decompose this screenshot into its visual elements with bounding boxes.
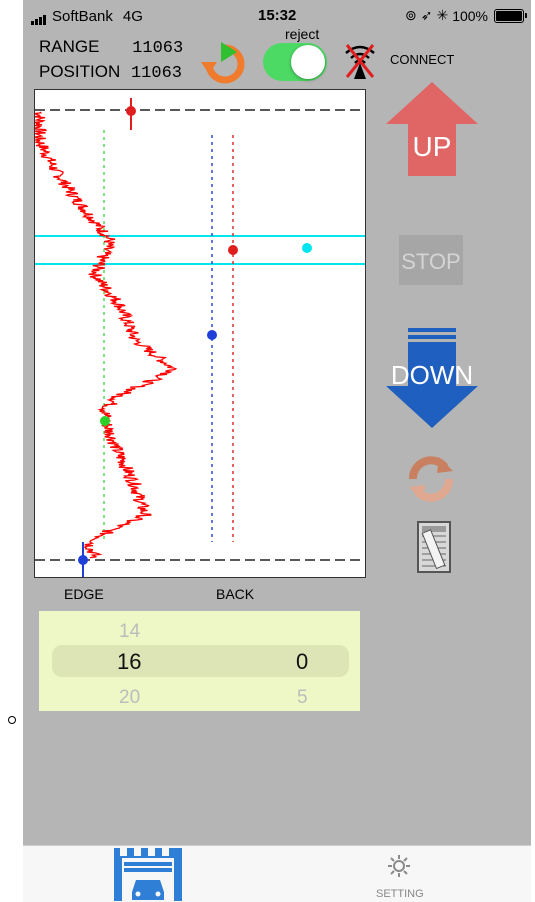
battery-icon [494, 8, 528, 23]
stop-button[interactable]: STOP [399, 235, 463, 285]
gear-icon [388, 855, 410, 877]
down-button-label: DOWN [391, 360, 473, 390]
back-label: BACK [216, 586, 255, 602]
status-left: SoftBank 4G [31, 8, 143, 25]
reject-label: reject [285, 26, 320, 42]
status-right: ⊚ ➶ ✳ 100% [405, 7, 528, 24]
up-button[interactable]: UP [384, 80, 480, 178]
top-marker-dot[interactable] [126, 106, 136, 116]
stop-button-label: STOP [401, 249, 461, 274]
back-blue-dot [207, 330, 217, 340]
wifi-disconnected-icon[interactable] [340, 39, 380, 81]
green-dot [100, 416, 110, 426]
status-time: 15:32 [258, 7, 297, 24]
up-button-label: UP [413, 131, 452, 162]
picker-col1-below[interactable]: 20 [119, 687, 140, 709]
location-icon: ➶ [420, 7, 433, 23]
garage-car-icon [132, 880, 164, 900]
position-value: 11063 [130, 64, 182, 83]
rotation-lock-icon: ⊚ [405, 7, 417, 23]
value-picker[interactable]: 14 16 20 0 5 [39, 611, 360, 711]
range-label: RANGE [39, 37, 100, 56]
signal-icon [31, 15, 46, 25]
sync-button[interactable] [405, 453, 457, 505]
carrier-name: SoftBank [52, 8, 113, 25]
back-red-dot [228, 245, 238, 255]
status-bar: SoftBank 4G 15:32 ⊚ ➶ ✳ 100% [23, 0, 531, 28]
band-cyan-dot [302, 243, 312, 253]
position-readout: POSITION 11063 [39, 62, 182, 83]
tab-setting-label: SETTING [376, 888, 424, 900]
picker-col1-selected[interactable]: 16 [117, 649, 141, 675]
edge-plot [32, 89, 366, 578]
app-screen: SoftBank 4G 15:32 ⊚ ➶ ✳ 100% RANGE 11063… [23, 0, 531, 845]
picker-col2-below[interactable]: 5 [297, 687, 308, 709]
bluetooth-icon: ✳ [436, 7, 449, 23]
battery-percent: 100% [452, 7, 489, 24]
range-readout: RANGE 11063 [39, 37, 183, 58]
edge-trace [32, 111, 178, 559]
tab-setting[interactable]: SETTING [363, 850, 453, 902]
edge-label: EDGE [64, 586, 104, 602]
calibrate-ruler-button[interactable] [416, 520, 452, 574]
network-type: 4G [122, 8, 143, 25]
picker-col1-above[interactable]: 14 [119, 621, 140, 643]
edge-marker-dot[interactable] [78, 555, 88, 565]
toggle-knob [291, 45, 325, 79]
connect-label: CONNECT [390, 52, 455, 67]
tab-garage[interactable] [112, 846, 184, 901]
refresh-play-button[interactable] [199, 38, 251, 84]
picker-col2-selected[interactable]: 0 [296, 649, 308, 675]
position-label: POSITION [39, 62, 121, 81]
range-value: 11063 [132, 39, 184, 58]
reject-toggle[interactable] [263, 43, 327, 81]
tab-bar: SETTING [23, 845, 531, 902]
page-indicator-dot [8, 716, 16, 724]
down-button[interactable]: DOWN [384, 328, 480, 430]
plot-canvas [32, 98, 365, 577]
